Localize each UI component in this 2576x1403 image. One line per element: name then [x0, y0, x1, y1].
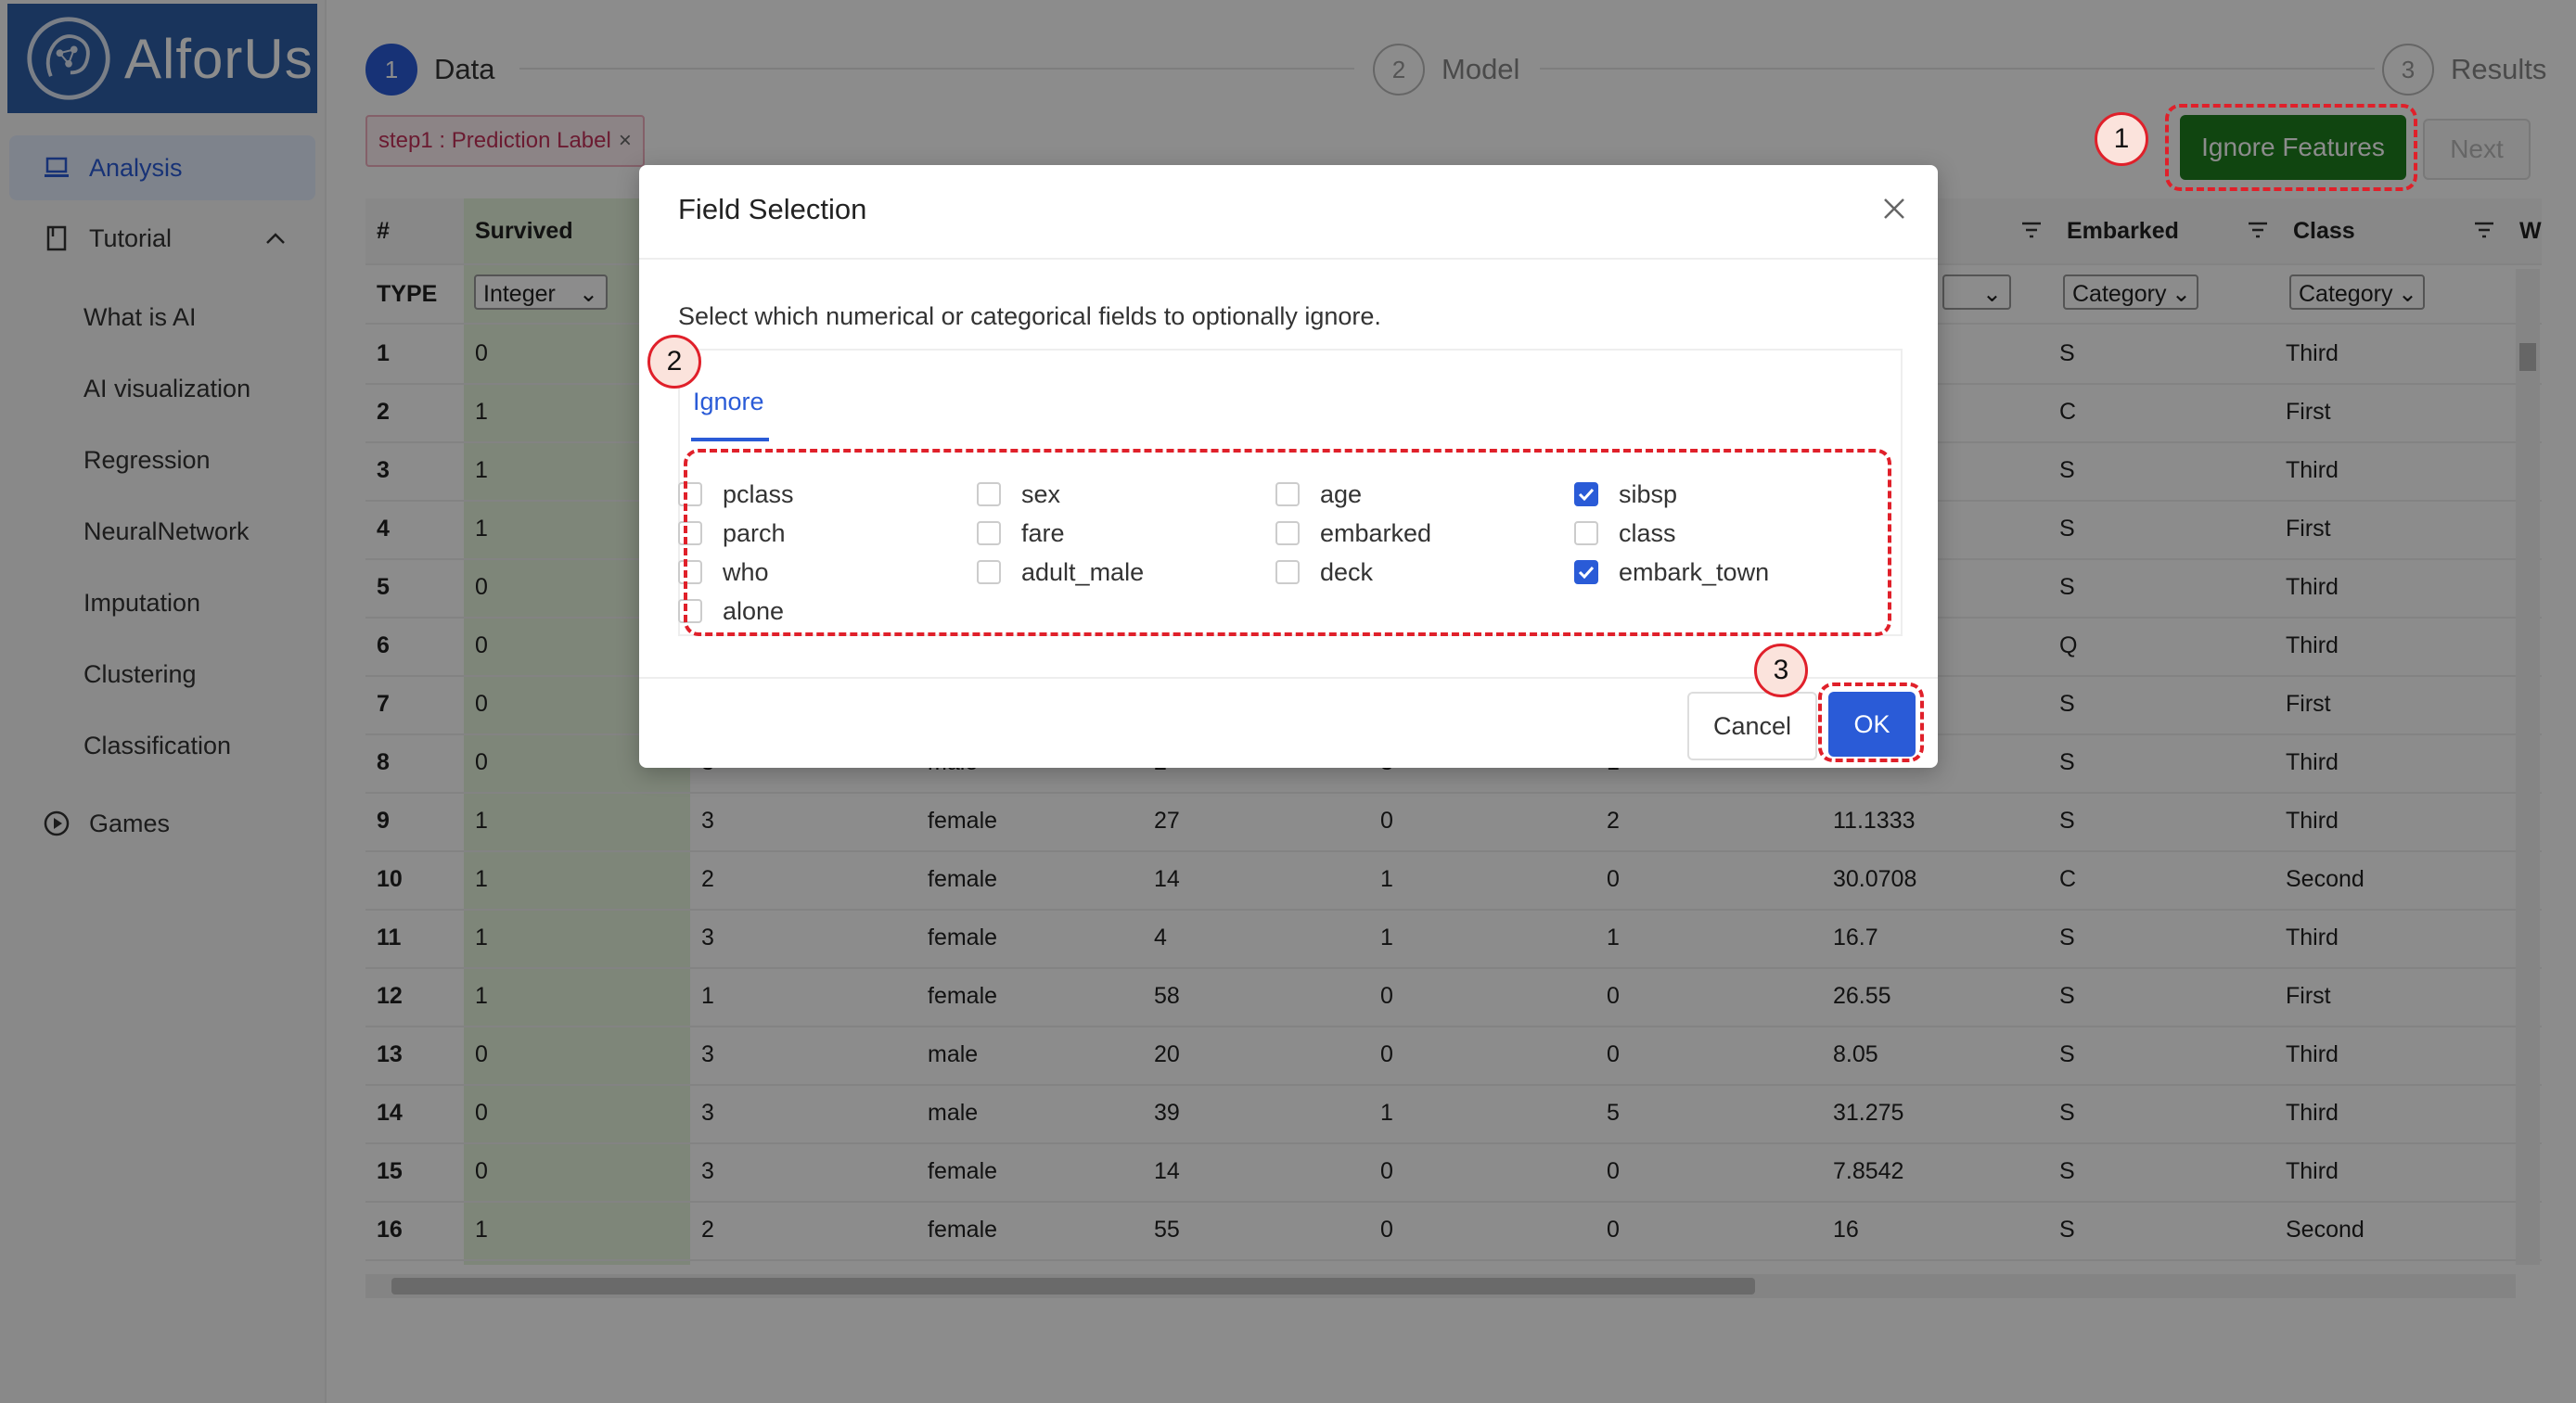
- tab-ink-bar: [691, 438, 769, 441]
- dialog-header-divider: [639, 258, 1938, 260]
- close-icon[interactable]: [1878, 193, 1910, 224]
- annotation-badge-2: 2: [647, 335, 701, 389]
- annotation-highlight-fields: [684, 449, 1891, 636]
- dialog-footer-divider: [639, 677, 1938, 679]
- annotation-highlight-ignore-features: [2165, 104, 2417, 191]
- cancel-button[interactable]: Cancel: [1687, 692, 1817, 760]
- annotation-badge-1: 1: [2095, 112, 2148, 166]
- tab-ignore[interactable]: Ignore: [693, 388, 764, 416]
- dialog-title: Field Selection: [678, 193, 867, 225]
- app-root: AlforUs Analysis Tutorial What is AI AI …: [0, 0, 2576, 1403]
- annotation-badge-3: 3: [1754, 644, 1808, 697]
- dialog-description: Select which numerical or categorical fi…: [678, 302, 1381, 330]
- annotation-highlight-ok: [1818, 682, 1924, 762]
